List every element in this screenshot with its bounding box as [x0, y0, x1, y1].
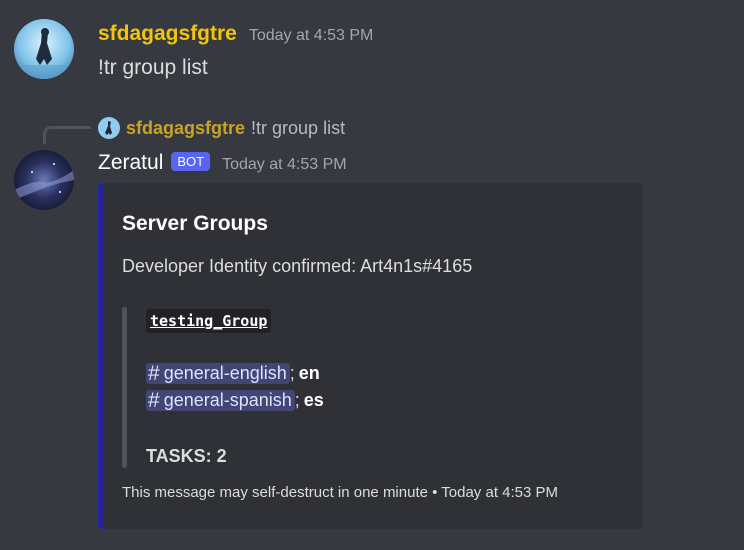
channel-name: general-spanish	[163, 390, 292, 410]
timestamp: Today at 4:53 PM	[222, 156, 347, 173]
channel-name: general-english	[163, 363, 287, 383]
separator: ;	[289, 363, 295, 383]
channel-hash-icon: #	[148, 362, 160, 385]
bot-avatar[interactable]	[14, 150, 74, 210]
channel-hash-icon: #	[148, 389, 160, 412]
username[interactable]: sfdagagsfgtre	[98, 22, 237, 46]
embed-title: Server Groups	[122, 212, 268, 235]
channel-line: # general-spanish ; es	[146, 390, 324, 411]
channel-mention[interactable]: # general-english	[146, 363, 290, 384]
reply-avatar	[98, 117, 120, 139]
separator: ;	[294, 390, 300, 410]
reply-reference[interactable]: sfdagagsfgtre !tr group list	[98, 117, 345, 139]
reply-text: !tr group list	[251, 117, 346, 138]
blockquote-bar	[122, 307, 127, 468]
message-header: sfdagagsfgtre Today at 4:53 PM	[98, 22, 373, 46]
tasks-count: TASKS: 2	[146, 446, 227, 466]
timestamp: Today at 4:53 PM	[248, 27, 374, 44]
reply-username[interactable]: sfdagagsfgtre	[126, 118, 245, 139]
embed-footer: This message may self-destruct in one mi…	[122, 484, 559, 501]
group-name-code: testing_Group	[146, 309, 272, 333]
channel-line: # general-english ; en	[146, 363, 320, 384]
user-avatar[interactable]	[14, 19, 74, 79]
embed-description: Developer Identity confirmed: Art4n1s#41…	[122, 256, 473, 276]
bot-username[interactable]: Zeratul	[98, 151, 163, 175]
language-code: en	[298, 363, 320, 383]
language-code: es	[303, 390, 324, 410]
channel-mention[interactable]: # general-spanish	[146, 390, 295, 411]
message-header: Zeratul BOT Today at 4:53 PM	[98, 151, 347, 175]
embed: Server Groups Developer Identity confirm…	[98, 183, 643, 529]
reply-spine	[43, 126, 91, 144]
message-text: !tr group list	[98, 56, 208, 79]
bot-badge: BOT	[171, 152, 211, 171]
